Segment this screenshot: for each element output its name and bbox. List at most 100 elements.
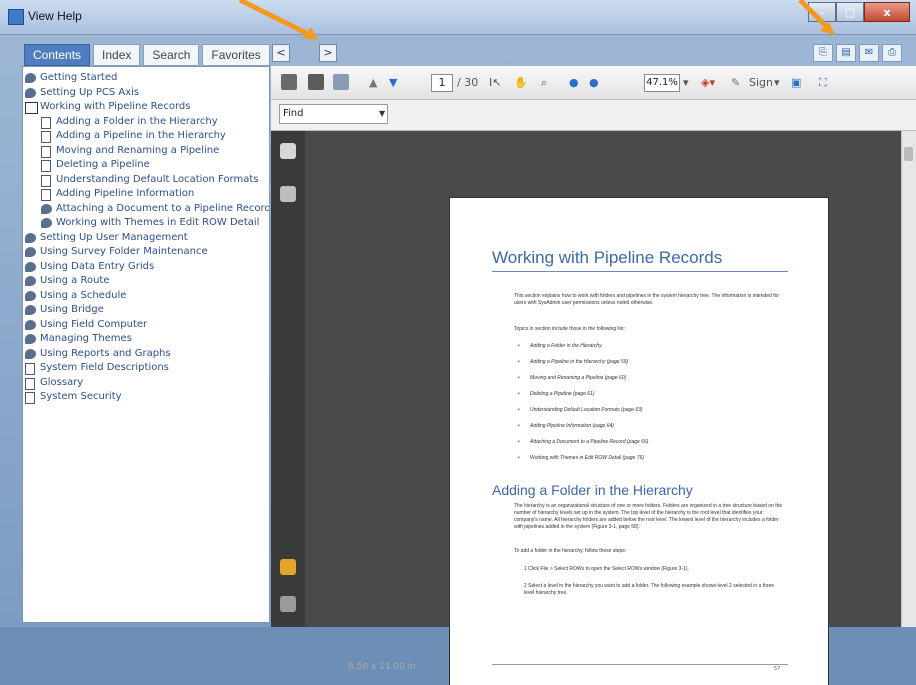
tree-item[interactable]: Using Survey Folder Maintenance <box>23 245 269 260</box>
tree-item[interactable]: Adding a Folder in the Hierarchy <box>23 115 269 130</box>
tree-item-label: Setting Up PCS Axis <box>40 86 140 98</box>
save-icon[interactable] <box>308 74 324 90</box>
tab-search[interactable]: Search <box>143 44 200 66</box>
fit-page-icon[interactable]: ▣ <box>791 74 801 91</box>
doc-icon <box>41 116 51 129</box>
tree-item[interactable]: Using Reports and Graphs <box>23 347 269 362</box>
print-icon[interactable] <box>281 74 297 90</box>
tree-item[interactable]: Adding Pipeline Information <box>23 187 269 202</box>
gear-icon <box>25 305 36 315</box>
sign-button[interactable]: Sign <box>749 74 773 91</box>
topic-bullet: Understanding Default Location Formats (… <box>518 407 643 414</box>
tree-item-label: Using a Schedule <box>40 289 127 301</box>
tools-icon[interactable]: ◈▾ <box>701 74 715 91</box>
gear-icon <box>25 334 36 344</box>
tree-item[interactable]: Working with Pipeline Records <box>23 100 269 115</box>
tree-item-label: Managing Themes <box>40 333 132 344</box>
pdf-icon[interactable]: ⎘ <box>813 44 833 62</box>
doc-icon <box>41 174 51 187</box>
gear-icon <box>25 319 36 330</box>
page-number-field[interactable]: 1 <box>431 74 453 92</box>
zoom-dropdown-icon[interactable]: ▾ <box>683 74 689 91</box>
topic-bullet: Adding a Folder in the Hierarchy <box>518 343 602 350</box>
tree-item[interactable]: Understanding Default Location Formats <box>23 173 269 188</box>
copy-icon[interactable]: ▤ <box>836 44 856 62</box>
zoom-in-icon[interactable]: ● <box>589 74 599 91</box>
topics-intro: Topics in section include those in the f… <box>514 326 625 332</box>
zoom-out-icon[interactable]: ● <box>569 74 579 91</box>
scrollbar-thumb[interactable] <box>904 147 913 161</box>
gear-icon <box>25 247 36 257</box>
topic-bullet: Working with Themes in Edit ROW Detail (… <box>518 455 644 462</box>
tree-item[interactable]: System Field Descriptions <box>23 361 269 376</box>
gear-icon <box>25 290 36 301</box>
pdf-toolbar: ▲ ▼ 1 / 30 I↖ ✋ ⌕ ● ● 47.1% ▾ ◈▾ ✎ Sign … <box>271 66 916 100</box>
tab-contents[interactable]: Contents <box>24 44 91 66</box>
tree-item-label: Adding a Pipeline in the Hierarchy <box>56 130 226 141</box>
gear-icon <box>25 73 36 83</box>
hand-tool-icon[interactable]: ✋ <box>514 74 528 91</box>
help-viewer-icons: ⎘ ▤ ✉ ⎙ <box>810 44 902 62</box>
tree-item[interactable]: Adding a Pipeline in the Hierarchy <box>23 129 269 144</box>
tree-item-label: System Security <box>40 391 122 402</box>
document-background: Working with Pipeline Records This secti… <box>305 131 902 685</box>
email-icon[interactable] <box>333 74 349 90</box>
zoom-field[interactable]: 47.1% <box>644 74 680 92</box>
tree-item-label: Using Reports and Graphs <box>40 347 171 359</box>
doc-icon <box>41 189 51 201</box>
tree-item[interactable]: Glossary <box>23 376 269 391</box>
back-button[interactable]: < <box>272 44 290 62</box>
fullscreen-icon[interactable]: ⛶ <box>819 74 827 91</box>
tab-favorites[interactable]: Favorites <box>202 44 270 66</box>
select-tool-icon[interactable]: I↖ <box>489 74 501 91</box>
tree-item[interactable]: Moving and Renaming a Pipeline <box>23 144 269 159</box>
marquee-zoom-icon[interactable]: ⌕ <box>541 74 547 91</box>
tree-item[interactable]: System Security <box>23 390 269 405</box>
gear-icon <box>25 261 36 272</box>
topic-bullet: Adding a Pipeline in the Hierarchy (page… <box>518 359 628 366</box>
tree-item[interactable]: Attaching a Document to a Pipeline Recor… <box>23 202 269 217</box>
tree-item[interactable]: Using a Schedule <box>23 289 269 304</box>
topic-bullet: Adding Pipeline Information (page 64) <box>518 423 614 430</box>
tree-item[interactable]: Using Field Computer <box>23 318 269 333</box>
previous-page-icon[interactable]: ▲ <box>369 74 377 91</box>
intro-paragraph: This section explains how to work with f… <box>514 293 780 306</box>
next-page-icon[interactable]: ▼ <box>389 74 397 91</box>
tree-item[interactable]: Deleting a Pipeline <box>23 158 269 173</box>
tree-item-label: Using Data Entry Grids <box>40 260 155 272</box>
tree-item[interactable]: Working with Themes in Edit ROW Detail <box>23 216 269 231</box>
tree-item[interactable]: Getting Started <box>23 71 269 86</box>
gear-icon <box>25 87 36 98</box>
contents-tree: Getting Started Setting Up PCS Axis Workin… <box>22 66 270 623</box>
tree-item[interactable]: Managing Themes <box>23 332 269 347</box>
step-item: 2 Select a level in the hierarchy you wa… <box>524 583 775 596</box>
forward-button[interactable]: > <box>319 44 337 62</box>
tree-item-label: Using Field Computer <box>40 318 148 330</box>
tree-item[interactable]: Setting Up User Management <box>23 231 269 246</box>
print-icon[interactable]: ⎙ <box>882 44 902 62</box>
attachment-icon[interactable] <box>280 596 296 612</box>
tree-item-label: Setting Up User Management <box>40 231 188 243</box>
email-icon[interactable]: ✉ <box>859 44 879 62</box>
bookmarks-icon[interactable] <box>280 186 296 202</box>
pages-icon[interactable] <box>280 143 296 159</box>
find-input[interactable]: Find <box>279 104 388 124</box>
vertical-scrollbar[interactable] <box>901 131 916 627</box>
sign-dropdown-icon[interactable]: ▾ <box>774 74 780 91</box>
tree-item-label: Working with Themes in Edit ROW Detail <box>56 217 260 228</box>
tree-item-label: Using a Route <box>40 275 110 286</box>
find-dropdown-icon[interactable]: ▼ <box>379 109 385 118</box>
tree-item[interactable]: Using Bridge <box>23 303 269 318</box>
tree-item-label: Using Survey Folder Maintenance <box>40 246 208 257</box>
tree-item-label: Understanding Default Location Formats <box>56 173 259 185</box>
pdf-left-rail <box>271 131 305 627</box>
tree-item-label: Using Bridge <box>40 304 104 315</box>
comments-icon[interactable] <box>280 559 296 575</box>
tree-item-label: Attaching a Document to a Pipeline Recor… <box>56 202 270 214</box>
tree-item[interactable]: Using a Route <box>23 274 269 289</box>
tree-item[interactable]: Using Data Entry Grids <box>23 260 269 275</box>
tab-index[interactable]: Index <box>93 44 141 66</box>
tree-item[interactable]: Setting Up PCS Axis <box>23 86 269 101</box>
section-paragraph: The hierarchy is an organizational struc… <box>514 503 783 530</box>
sign-pen-icon[interactable]: ✎ <box>731 74 740 91</box>
